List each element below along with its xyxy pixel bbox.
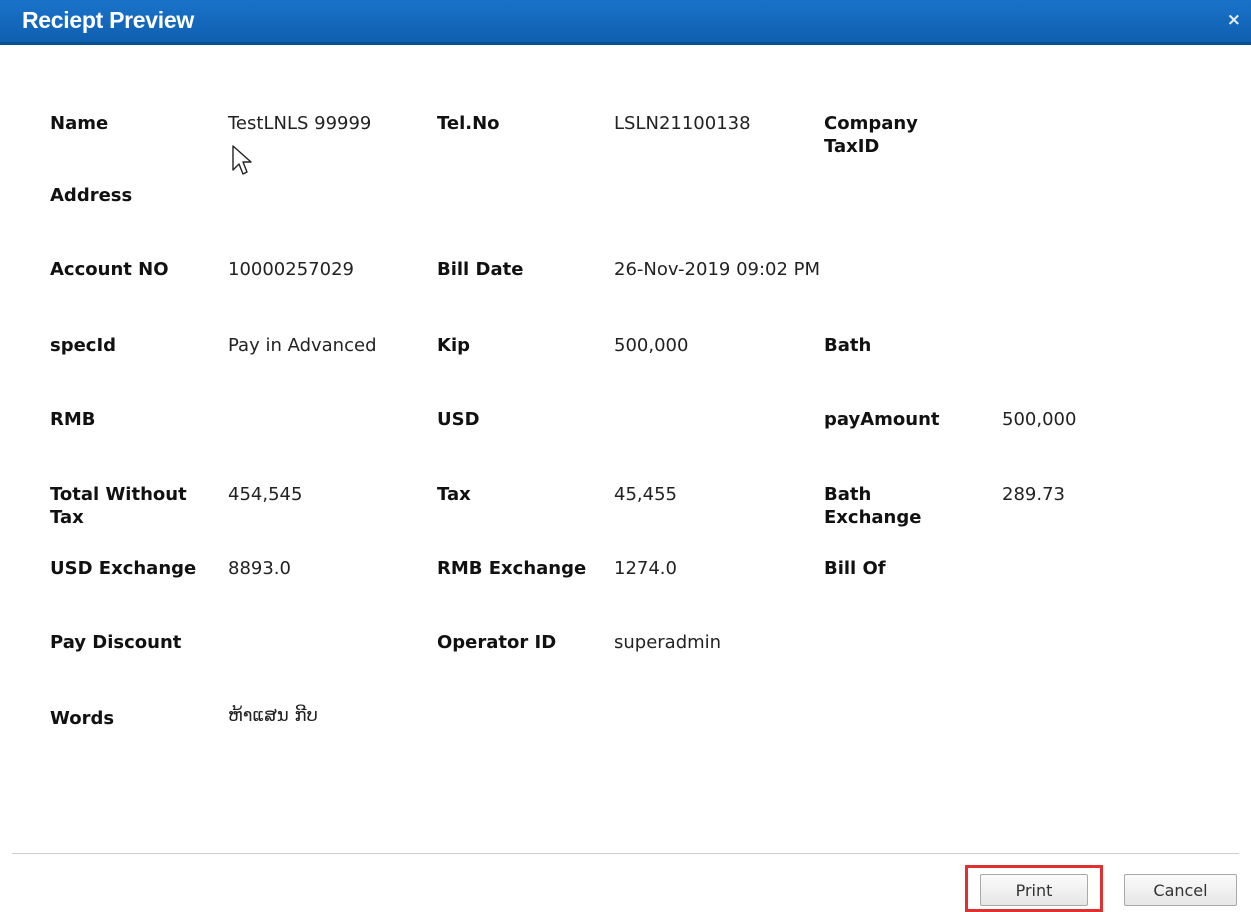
address-label: Address [50,185,133,206]
rmb-exchange-label: RMB Exchange [437,558,587,579]
dialog-titlebar: Reciept Preview × [0,0,1251,45]
name-label: Name [50,113,109,134]
mouse-cursor-icon [232,145,252,175]
print-button-highlight [965,865,1103,912]
usd-label: USD [437,409,480,430]
usd-exchange-label: USD Exchange [50,558,197,579]
bath-exchange-label-line2: Exchange [824,507,922,528]
total-without-tax-label-line1: Total Without [50,484,187,505]
footer-divider [12,853,1239,854]
account-no-label: Account NO [50,259,169,280]
words-value: ຫ້າແສນ ກີບ [228,705,318,726]
operator-id-value: superadmin [614,632,722,653]
account-no-value: 10000257029 [228,259,354,280]
cancel-button[interactable]: Cancel [1124,874,1237,906]
bath-exchange-label-line1: Bath [824,484,872,505]
rmb-exchange-value: 1274.0 [614,558,677,579]
bill-of-label: Bill Of [824,558,886,579]
tax-label: Tax [437,484,471,505]
kip-label: Kip [437,335,471,356]
name-value: TestLNLS 99999 [228,113,372,134]
bath-label: Bath [824,335,872,356]
pay-discount-label: Pay Discount [50,632,182,653]
bill-date-value: 26-Nov-2019 09:02 PM [614,259,821,280]
pay-amount-value: 500,000 [1002,409,1077,430]
spec-id-label: specId [50,335,117,356]
operator-id-label: Operator ID [437,632,557,653]
pay-amount-label: payAmount [824,409,940,430]
words-label: Words [50,708,115,729]
dialog-title: Reciept Preview [22,7,194,33]
close-icon[interactable]: × [1227,10,1241,30]
tel-no-label: Tel.No [437,113,500,134]
usd-exchange-value: 8893.0 [228,558,291,579]
bath-exchange-value: 289.73 [1002,484,1065,505]
total-without-tax-value: 454,545 [228,484,303,505]
tel-no-value: LSLN21100138 [614,113,751,134]
rmb-label: RMB [50,409,96,430]
bill-date-label: Bill Date [437,259,524,280]
company-tax-id-label-line1: Company [824,113,918,134]
company-tax-id-label-line2: TaxID [824,136,880,157]
tax-value: 45,455 [614,484,677,505]
total-without-tax-label-line2: Tax [50,507,84,528]
kip-value: 500,000 [614,335,689,356]
spec-id-value: Pay in Advanced [228,335,377,356]
